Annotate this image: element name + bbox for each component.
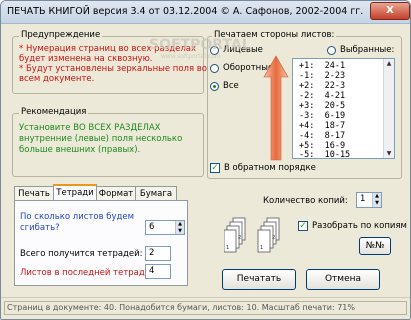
notebooks-panel: По сколько листов будем сгибать? 6 ▲ ▼ В… xyxy=(14,200,188,286)
total-notebooks-value: 2 xyxy=(149,248,155,258)
list-item[interactable]: -1: 2-23 xyxy=(299,71,345,81)
warning-line: всем документе. xyxy=(19,74,95,84)
svg-text:1: 1 xyxy=(260,245,263,251)
main-window: ПЕЧАТЬ КНИГОЙ версия 3.4 от 03.12.2004 ©… xyxy=(0,0,411,320)
stepper-up-icon[interactable]: ▲ xyxy=(373,193,381,200)
print-button[interactable]: Печатать xyxy=(222,269,296,290)
sheets-question-label-2: сгибать? xyxy=(20,223,60,233)
tab-paper[interactable]: Бумага xyxy=(135,186,177,200)
total-notebooks-field: 2 xyxy=(145,246,171,261)
window-title: ПЕЧАТЬ КНИГОЙ версия 3.4 от 03.12.2004 ©… xyxy=(7,6,364,17)
reverse-order-checkbox[interactable]: ✓ xyxy=(210,163,220,173)
close-button[interactable]: X xyxy=(370,2,410,20)
radio-all-label: Все xyxy=(223,81,239,91)
list-item[interactable]: -5: 10-15 xyxy=(299,150,350,160)
copies-label: Количество копий: xyxy=(263,196,348,206)
recommendation-group: Рекомендация Установите ВО ВСЕХ РАЗДЕЛАХ… xyxy=(12,107,204,177)
tab-notebooks[interactable]: Тетради xyxy=(53,184,97,200)
status-text: Страниц в документе: 40. Понадобится бум… xyxy=(4,301,407,315)
sheets-value: 6 xyxy=(149,222,155,232)
cancel-button[interactable]: Отмена xyxy=(306,269,380,290)
list-item[interactable]: +1: 24-1 xyxy=(299,61,345,71)
total-notebooks-label: Всего получится тетрадей: xyxy=(20,249,143,259)
list-item[interactable]: +4: 18-7 xyxy=(299,121,345,131)
collate-checkbox[interactable]: ✓ xyxy=(298,221,308,231)
warning-line: * Будут установлены зеркальные поля во xyxy=(19,64,207,74)
radio-back[interactable] xyxy=(210,64,219,73)
svg-text:1: 1 xyxy=(226,245,229,251)
warning-line: будет изменена на сквозную. xyxy=(19,54,153,64)
reverse-order-label: В обратном порядке xyxy=(224,163,316,173)
stepper-down-icon[interactable]: ▼ xyxy=(373,200,381,207)
list-item[interactable]: +2: 22-3 xyxy=(299,81,345,91)
copies-stepper[interactable]: ▲ ▼ xyxy=(372,193,381,207)
radio-selected-label: Выбранные: xyxy=(340,45,395,55)
watermark-sub: www.softportal.com xyxy=(161,53,221,60)
pages-listbox[interactable]: +1: 24-1 -1: 2-23 +2: 22-3 -2: 4-21 +3: … xyxy=(292,58,395,160)
radio-selected[interactable] xyxy=(327,46,336,55)
collate-label: Разобрать по копиям xyxy=(312,221,407,231)
title-bar: ПЕЧАТЬ КНИГОЙ версия 3.4 от 03.12.2004 ©… xyxy=(1,1,410,24)
radio-all[interactable] xyxy=(210,82,219,91)
scroll-down-icon[interactable]: ▼ xyxy=(384,149,394,158)
recommendation-line: Установите ВО ВСЕХ РАЗДЕЛАХ xyxy=(19,123,161,133)
recommendation-group-label: Рекомендация xyxy=(19,107,89,117)
order-arrow-graphic xyxy=(263,55,289,161)
copies-input[interactable]: 1 ▲ ▼ xyxy=(356,192,382,208)
tab-print[interactable]: Печать xyxy=(14,186,54,200)
list-item[interactable]: -4: 8-17 xyxy=(299,131,345,141)
numbering-button[interactable]: №№ xyxy=(359,237,391,255)
svg-text:2: 2 xyxy=(238,235,241,241)
list-item[interactable]: -2: 4-21 xyxy=(299,91,345,101)
list-item[interactable]: +3: 20-5 xyxy=(299,101,345,111)
status-bar: Страниц в документе: 40. Понадобится бум… xyxy=(1,297,410,319)
last-notebook-field: 4 xyxy=(145,264,171,279)
list-item[interactable]: -3: 6-19 xyxy=(299,111,345,121)
sheets-stepper[interactable]: ▲ ▼ xyxy=(175,221,184,234)
last-notebook-value: 4 xyxy=(149,266,155,276)
last-notebook-label: Листов в последней тетради: xyxy=(20,268,154,278)
tab-format[interactable]: Формат xyxy=(96,186,136,200)
warning-group-label: Предупреждение xyxy=(19,30,103,40)
watermark: SOFTPORTAL xyxy=(149,37,251,53)
sheets-question-label: По сколько листов будем xyxy=(20,212,135,222)
copies-value: 1 xyxy=(360,194,366,204)
pages-stack-icon: 1 2 1 2 xyxy=(224,217,280,253)
sheets-input[interactable]: 6 ▲ ▼ xyxy=(145,220,185,235)
svg-text:2: 2 xyxy=(272,235,275,241)
recommendation-line: внутренние (левые) поля несколько xyxy=(19,134,183,144)
list-scrollbar[interactable]: ▲ ▼ xyxy=(383,59,394,158)
stepper-down-icon[interactable]: ▼ xyxy=(176,228,184,235)
recommendation-line: больше внешних (правых). xyxy=(19,145,141,155)
scroll-up-icon[interactable]: ▲ xyxy=(384,59,394,68)
